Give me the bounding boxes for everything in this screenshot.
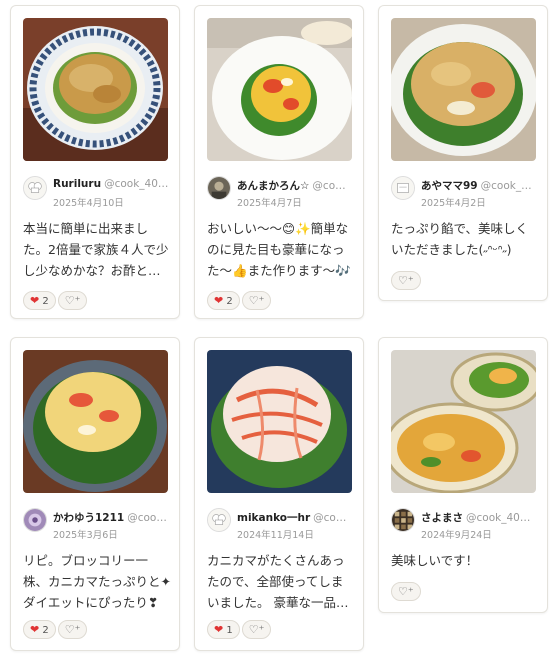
- post-date: 2025年4月2日: [421, 198, 486, 209]
- user-photo-icon: [208, 177, 230, 199]
- author-handle: @co…: [312, 180, 346, 192]
- snapshot-card[interactable]: さよまさ @cook_40… 2024年9月24日 美味しいです！ ♡⁺: [378, 337, 548, 613]
- reaction-bar: ♡⁺: [391, 271, 423, 291]
- author-name[interactable]: かわゆう1211 @coo…: [53, 510, 175, 525]
- author-handle: @cook_40…: [104, 178, 169, 190]
- reaction-count: 2: [42, 625, 49, 636]
- chef-hat-icon: [24, 177, 46, 199]
- dish-photo[interactable]: [23, 350, 168, 493]
- reaction-bar: ❤ 2 ♡⁺: [23, 620, 89, 640]
- heart-icon: ❤: [30, 294, 40, 307]
- post-date: 2025年4月10日: [53, 198, 124, 209]
- heart-icon: ❤: [214, 623, 224, 636]
- heart-plus-icon: ♡⁺: [398, 274, 414, 287]
- author-row[interactable]: さよまさ @cook_40… 2024年9月24日: [391, 508, 541, 544]
- avatar[interactable]: [391, 508, 415, 532]
- post-date: 2024年9月24日: [421, 530, 492, 541]
- comment-text: 本当に簡単に出来ました。2倍量で家族４人で少し少なめかな？お酢と…: [23, 221, 169, 278]
- dish-photo[interactable]: [391, 18, 536, 161]
- dish-photo-image: [207, 18, 352, 161]
- reaction-count: 2: [42, 296, 49, 307]
- author-row[interactable]: あやママ99 @cook_… 2025年4月2日: [391, 176, 541, 212]
- author-name[interactable]: あやママ99 @cook_…: [421, 178, 543, 193]
- chef-hat-icon: [208, 509, 230, 531]
- heart-icon: ❤: [214, 294, 224, 307]
- reaction-bar: ♡⁺: [391, 582, 423, 602]
- chef-hat-icon: [392, 177, 414, 199]
- comment-text: リピ。ブロッコリー一株、カニカマたっぷりと✦ダイエットにぴったり❣: [23, 553, 171, 610]
- add-reaction-button[interactable]: ♡⁺: [57, 620, 88, 639]
- dish-photo[interactable]: [391, 350, 536, 493]
- reaction-count: 1: [226, 625, 233, 636]
- author-handle: @co…: [313, 512, 347, 524]
- post-date: 2024年11月14日: [237, 530, 314, 541]
- reaction-button[interactable]: ❤ 1: [207, 620, 240, 639]
- comment-text: カニカマがたくさんあったので、全部使ってしまいました。 豪華な一品…: [207, 553, 349, 610]
- heart-plus-icon: ♡⁺: [248, 294, 265, 307]
- dish-photo-image: [23, 350, 168, 493]
- avatar[interactable]: [207, 508, 231, 532]
- heart-plus-icon: ♡⁺: [248, 623, 265, 636]
- dish-photo-image: [207, 350, 352, 493]
- snapshot-card[interactable]: mikanko一hr @co… 2024年11月14日 カニカマがたくさんあったの…: [194, 337, 364, 651]
- comment-text: たっぷり餡で、美味しくいただきました(˶ᐢᵕᐢ˶): [391, 221, 529, 257]
- reaction-button[interactable]: ❤ 2: [207, 291, 240, 310]
- reaction-bar: ❤ 2 ♡⁺: [207, 291, 273, 311]
- avatar[interactable]: [391, 176, 415, 200]
- comment-text: 美味しいです！: [391, 553, 479, 568]
- author-name[interactable]: mikanko一hr @co…: [237, 510, 359, 525]
- reaction-button[interactable]: ❤ 2: [23, 620, 56, 639]
- reaction-bar: ❤ 2 ♡⁺: [23, 291, 89, 311]
- avatar[interactable]: [23, 176, 47, 200]
- dish-photo-image: [391, 18, 536, 161]
- add-reaction-button[interactable]: ♡⁺: [241, 620, 272, 639]
- dish-photo-image: [391, 350, 536, 493]
- snapshot-card[interactable]: あんまかろん☆ @co… 2025年4月7日 おいしい〜〜😊✨簡単なのに見た目も豪…: [194, 5, 364, 319]
- add-reaction-button[interactable]: ♡⁺: [391, 582, 421, 601]
- snapshot-card[interactable]: かわゆう1211 @coo… 2025年3月6日 リピ。ブロッコリー一株、カニカマ…: [10, 337, 180, 651]
- author-handle: @cook_40…: [466, 512, 531, 524]
- dish-photo[interactable]: [207, 350, 352, 493]
- post-date: 2025年3月6日: [53, 530, 118, 541]
- author-name[interactable]: Ruriluru @cook_40…: [53, 178, 175, 190]
- avatar[interactable]: [23, 508, 47, 532]
- user-photo-icon: [24, 509, 46, 531]
- avatar[interactable]: [207, 176, 231, 200]
- author-name[interactable]: あんまかろん☆ @co…: [237, 178, 359, 193]
- snapshot-card[interactable]: Ruriluru @cook_40… 2025年4月10日 本当に簡単に出来ました…: [10, 5, 180, 319]
- author-row[interactable]: Ruriluru @cook_40… 2025年4月10日: [23, 176, 173, 212]
- post-date: 2025年4月7日: [237, 198, 302, 209]
- dish-photo[interactable]: [23, 18, 168, 161]
- user-photo-icon: [392, 509, 414, 531]
- add-reaction-button[interactable]: ♡⁺: [57, 291, 88, 310]
- dish-photo[interactable]: [207, 18, 352, 161]
- heart-plus-icon: ♡⁺: [64, 294, 81, 307]
- author-name[interactable]: さよまさ @cook_40…: [421, 510, 543, 525]
- reaction-count: 2: [226, 296, 233, 307]
- add-reaction-button[interactable]: ♡⁺: [391, 271, 421, 290]
- heart-icon: ❤: [30, 623, 40, 636]
- reaction-button[interactable]: ❤ 2: [23, 291, 56, 310]
- heart-plus-icon: ♡⁺: [64, 623, 81, 636]
- snapshot-card[interactable]: あやママ99 @cook_… 2025年4月2日 たっぷり餡で、美味しくいただきま…: [378, 5, 548, 301]
- author-handle: @coo…: [127, 512, 167, 524]
- reaction-bar: ❤ 1 ♡⁺: [207, 620, 273, 640]
- heart-plus-icon: ♡⁺: [398, 585, 414, 598]
- add-reaction-button[interactable]: ♡⁺: [241, 291, 272, 310]
- author-row[interactable]: あんまかろん☆ @co… 2025年4月7日: [207, 176, 357, 212]
- comment-text: おいしい〜〜😊✨簡単なのに見た目も豪華になった〜👍また作ります〜🎶: [207, 221, 351, 278]
- author-handle: @cook_…: [480, 180, 532, 192]
- dish-photo-image: [23, 18, 168, 161]
- author-row[interactable]: mikanko一hr @co… 2024年11月14日: [207, 508, 357, 544]
- author-row[interactable]: かわゆう1211 @coo… 2025年3月6日: [23, 508, 173, 544]
